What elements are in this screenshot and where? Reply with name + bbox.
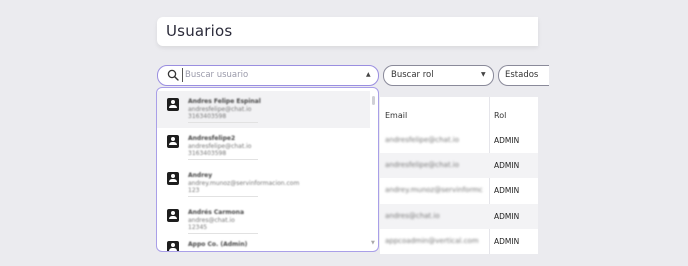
option-divider: [188, 196, 258, 197]
search-icon: [167, 69, 179, 81]
option-phone: 123: [188, 187, 200, 194]
status-filter-select[interactable]: Estados: [498, 65, 549, 86]
option-phone: 3163403598: [188, 150, 227, 157]
dropdown-scrollbar[interactable]: ▼: [371, 92, 375, 247]
table-row[interactable]: andresfelipe@chat.io ADMIN: [380, 128, 538, 153]
option-email: andrey.munoz@servinformacion.com: [188, 180, 300, 187]
option-phone: 12345: [188, 224, 208, 231]
caret-up-icon[interactable]: ▲: [366, 71, 371, 78]
row-role: ADMIN: [494, 136, 520, 145]
option-name: Andrés Carmona: [188, 209, 245, 216]
role-filter-label: Buscar rol: [391, 70, 434, 80]
dropdown-option[interactable]: Andrey andrey.munoz@servinformacion.com …: [157, 165, 370, 202]
option-divider: [188, 159, 258, 160]
user-avatar-icon: [167, 172, 179, 185]
user-suggestions-dropdown[interactable]: Andres Felipe Espinal andresfelipe@chat.…: [156, 87, 379, 252]
option-name: Andres Felipe Espinal: [188, 98, 261, 105]
user-avatar-icon: [167, 135, 179, 148]
row-email: appcoadmin@vertical.com: [385, 237, 479, 245]
row-role: ADMIN: [494, 212, 520, 221]
option-email: andresfelipe@chat.io: [188, 106, 252, 113]
row-email: andrey.munoz@servinformc: [385, 186, 483, 194]
scrollbar-thumb[interactable]: [372, 96, 375, 105]
status-filter-label: Estados: [505, 70, 539, 80]
users-table: Email Rol andresfelipe@chat.io ADMIN and…: [380, 97, 538, 254]
table-row[interactable]: andres@chat.io ADMIN: [380, 204, 538, 229]
option-email: andresfelipe@chat.io: [188, 143, 252, 150]
row-email: andres@chat.io: [385, 212, 440, 220]
table-row[interactable]: andrey.munoz@servinformc ADMIN: [380, 178, 538, 203]
header-role: Rol: [494, 111, 507, 120]
page-header: Usuarios: [157, 17, 538, 46]
row-role: ADMIN: [494, 237, 520, 246]
row-email: andresfelipe@chat.io: [385, 136, 460, 144]
option-phone: 3163403598: [188, 113, 227, 120]
dropdown-option[interactable]: Andres Felipe Espinal andresfelipe@chat.…: [157, 91, 370, 128]
dropdown-option[interactable]: Appo Co. (Admin): [157, 234, 370, 251]
header-email: Email: [385, 111, 408, 120]
search-input[interactable]: [182, 68, 345, 82]
search-user-field[interactable]: ▲: [157, 65, 379, 86]
option-name: Andrey: [188, 172, 213, 179]
user-avatar-icon: [167, 98, 179, 111]
row-role: ADMIN: [494, 186, 520, 195]
caret-down-icon: ▼: [481, 71, 486, 78]
scroll-down-icon[interactable]: ▼: [371, 240, 375, 246]
option-divider: [188, 122, 258, 123]
row-email: andresfelipe@chat.io: [385, 161, 460, 169]
user-avatar-icon: [167, 241, 179, 251]
dropdown-option[interactable]: Andresfelipe2 andresfelipe@chat.io 31634…: [157, 128, 370, 165]
table-row[interactable]: appcoadmin@vertical.com ADMIN: [380, 229, 538, 254]
page-title: Usuarios: [166, 22, 233, 40]
option-name: Appo Co. (Admin): [188, 241, 248, 248]
table-row[interactable]: andresfelipe@chat.io ADMIN: [380, 153, 538, 178]
option-email: andres@chat.io: [188, 217, 235, 224]
option-name: Andresfelipe2: [188, 135, 236, 142]
row-role: ADMIN: [494, 161, 520, 170]
role-filter-select[interactable]: Buscar rol ▼: [383, 65, 494, 86]
user-avatar-icon: [167, 209, 179, 222]
